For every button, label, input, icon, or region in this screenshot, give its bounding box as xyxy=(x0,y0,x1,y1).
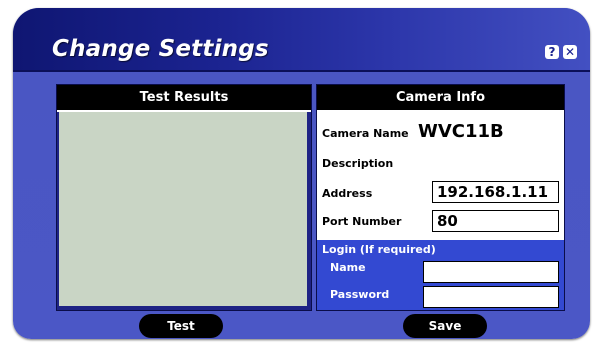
save-button[interactable]: Save xyxy=(403,314,487,338)
name-label: Name xyxy=(330,261,366,274)
title-bar: Change Settings ? ✕ xyxy=(13,8,590,72)
address-label: Address xyxy=(322,187,373,200)
test-results-panel: Test Results xyxy=(56,84,312,311)
port-number-label: Port Number xyxy=(322,215,402,228)
password-label: Password xyxy=(330,288,390,301)
window-title: Change Settings xyxy=(52,36,269,62)
test-results-header: Test Results xyxy=(57,85,311,112)
password-field[interactable] xyxy=(423,286,559,308)
close-icon[interactable]: ✕ xyxy=(563,45,577,59)
camera-info-panel: Camera Info Camera Name WVC11B Descripti… xyxy=(316,84,565,311)
address-field[interactable]: 192.168.1.11 xyxy=(432,181,559,203)
help-icon[interactable]: ? xyxy=(545,45,559,59)
test-button[interactable]: Test xyxy=(139,314,223,338)
change-settings-window: Change Settings ? ✕ Test Results Camera … xyxy=(13,8,590,339)
port-number-field[interactable]: 80 xyxy=(432,210,559,232)
camera-name-value: WVC11B xyxy=(418,121,504,142)
login-section: Login (If required) Name Password xyxy=(317,240,564,310)
name-field[interactable] xyxy=(423,261,559,283)
login-section-title: Login (If required) xyxy=(322,243,436,256)
description-label: Description xyxy=(322,157,394,170)
camera-info-header: Camera Info xyxy=(317,85,564,112)
test-results-area xyxy=(59,112,307,306)
camera-name-label: Camera Name xyxy=(322,127,409,140)
